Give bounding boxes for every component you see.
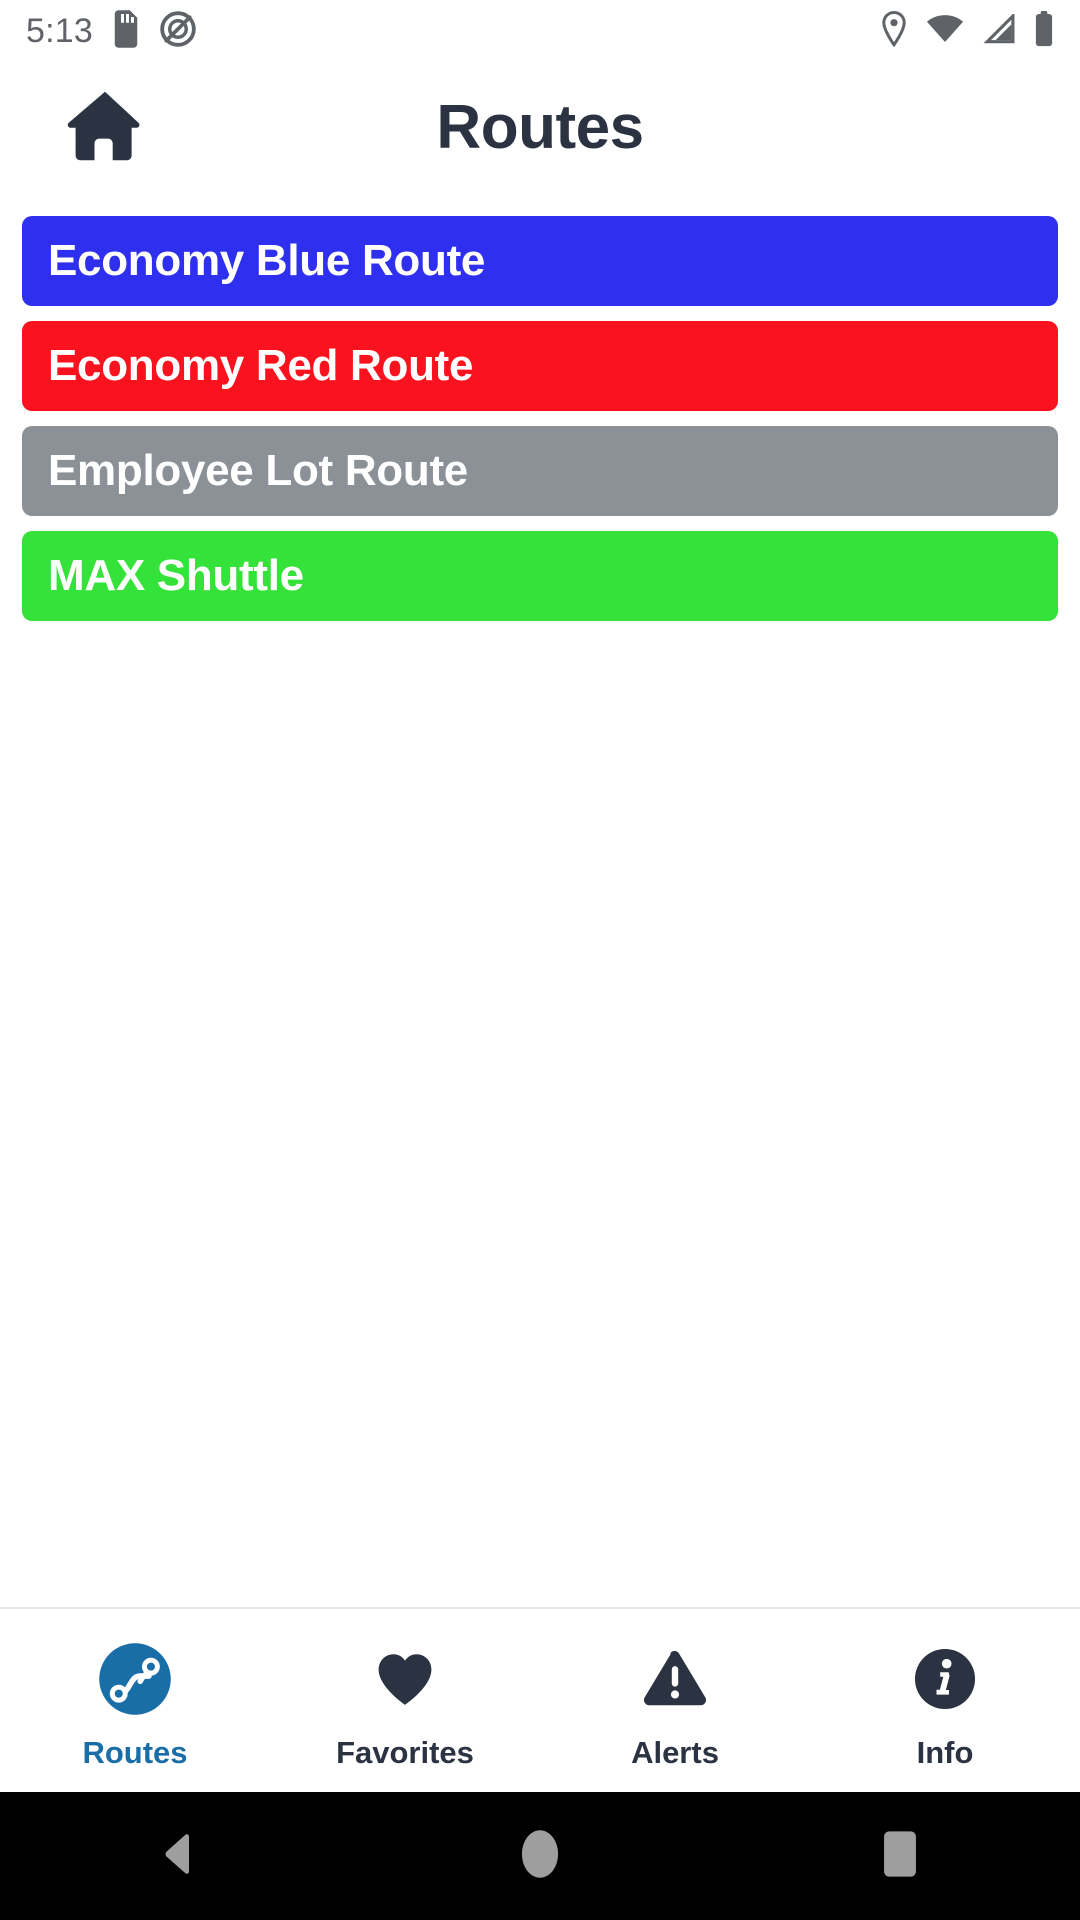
status-clock: 5:13 (26, 12, 93, 50)
android-navigation-bar (0, 1792, 1080, 1920)
status-bar-left: 5:13 (26, 9, 197, 53)
recents-button[interactable] (840, 1792, 960, 1920)
route-card-label: Employee Lot Route (48, 446, 468, 495)
cellular-signal-icon (982, 11, 1016, 49)
tab-label-alerts: Alerts (631, 1735, 719, 1770)
bottom-tab-bar: Routes Favorites Alerts Info (0, 1607, 1080, 1792)
home-icon (63, 84, 147, 173)
route-path-icon (93, 1637, 177, 1721)
heart-icon (363, 1637, 447, 1721)
route-card-label: Economy Blue Route (48, 236, 486, 285)
route-card-employee-lot[interactable]: Employee Lot Route (22, 426, 1058, 516)
home-button[interactable] (480, 1792, 600, 1920)
sd-card-icon (111, 9, 141, 53)
recents-square-icon (879, 1828, 921, 1885)
tab-favorites[interactable]: Favorites (270, 1637, 540, 1768)
back-button[interactable] (120, 1792, 240, 1920)
tab-routes[interactable]: Routes (0, 1637, 270, 1768)
route-card-economy-red[interactable]: Economy Red Route (22, 321, 1058, 411)
info-circle-icon (903, 1637, 987, 1721)
location-pin-icon (880, 10, 908, 52)
warning-triangle-icon (633, 1637, 717, 1721)
tab-label-info: Info (916, 1735, 974, 1770)
route-card-label: Economy Red Route (48, 341, 474, 390)
tab-info[interactable]: Info (810, 1637, 1080, 1768)
do-not-disturb-icon (159, 10, 197, 53)
tab-alerts[interactable]: Alerts (540, 1637, 810, 1768)
status-bar-right (880, 10, 1054, 52)
home-circle-icon (518, 1826, 562, 1887)
app-header: Routes (0, 62, 1080, 194)
status-bar: 5:13 (0, 0, 1080, 62)
route-list: Economy Blue Route Economy Red Route Emp… (0, 194, 1080, 1607)
app-root: 5:13 Routes Economy Blue Route Economy R… (0, 0, 1080, 1920)
battery-icon (1034, 10, 1054, 52)
back-triangle-icon (156, 1830, 204, 1883)
tab-label-routes: Routes (82, 1735, 188, 1770)
tab-label-favorites: Favorites (336, 1735, 474, 1770)
wifi-icon (926, 14, 964, 49)
route-card-economy-blue[interactable]: Economy Blue Route (22, 216, 1058, 306)
page-title: Routes (436, 93, 644, 162)
home-button[interactable] (62, 85, 148, 171)
route-card-max-shuttle[interactable]: MAX Shuttle (22, 531, 1058, 621)
route-card-label: MAX Shuttle (48, 551, 304, 600)
